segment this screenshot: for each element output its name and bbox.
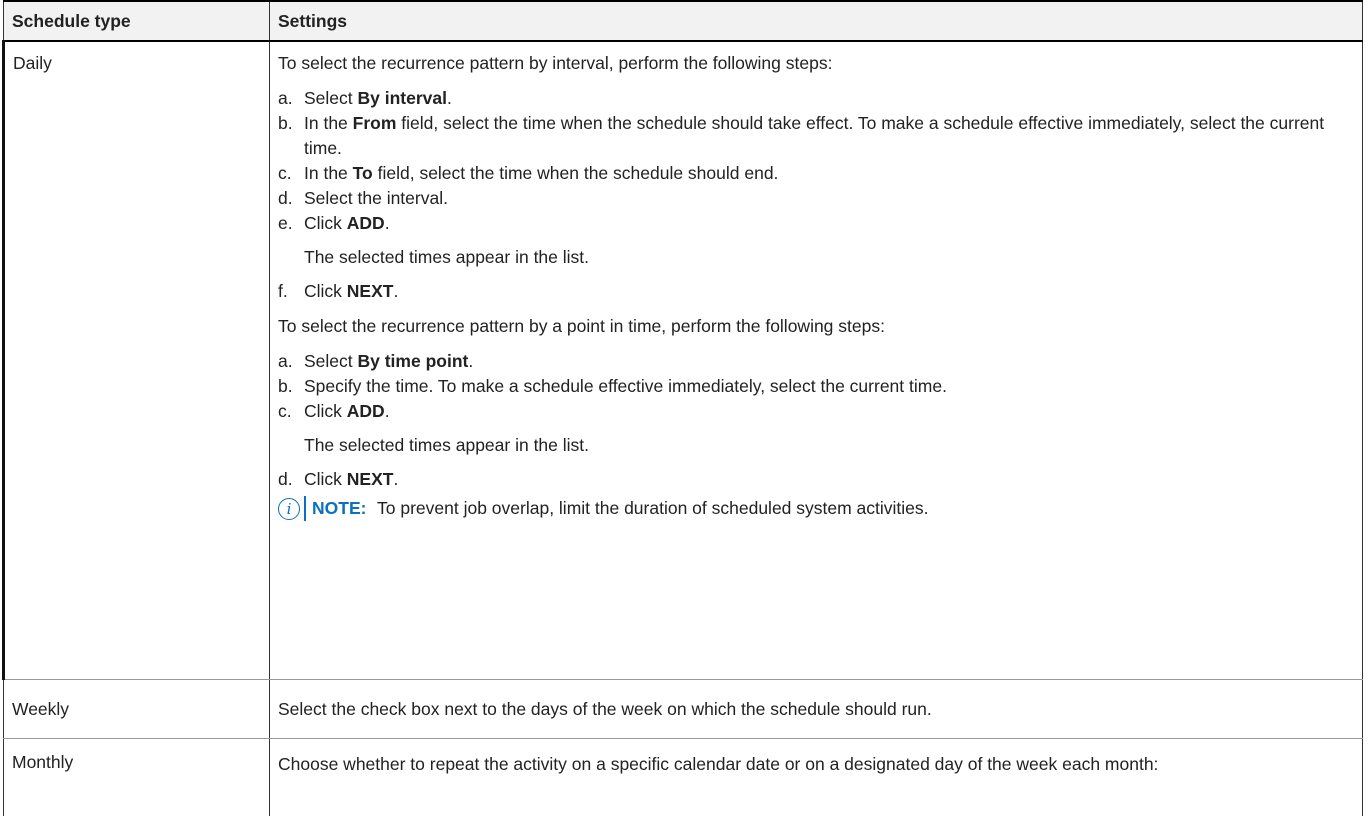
settings-daily: To select the recurrence pattern by inte… xyxy=(269,41,1363,680)
note-text: To prevent job overlap, limit the durati… xyxy=(372,498,929,518)
list-item: c. In the To field, select the time when… xyxy=(278,161,1362,186)
step-ui-term: By interval xyxy=(357,88,447,108)
step-text: Click xyxy=(304,213,347,233)
step-label: f. xyxy=(278,281,288,301)
interval-result: The selected times appear in the list. xyxy=(304,247,590,267)
settings-monthly: Choose whether to repeat the activity on… xyxy=(269,738,1363,816)
header-schedule-type: Schedule type xyxy=(3,0,270,42)
info-icon: i xyxy=(278,498,300,520)
step-text: In the xyxy=(304,113,353,133)
step-label: a. xyxy=(278,351,293,371)
note-label: NOTE: xyxy=(312,498,367,518)
step-text: Click xyxy=(304,469,347,489)
step-text-end: . xyxy=(384,401,390,421)
list-item: d. Select the interval. xyxy=(278,186,1362,211)
note-divider xyxy=(304,496,306,521)
step-label: d. xyxy=(278,188,293,208)
schedule-type-monthly: Monthly xyxy=(3,738,270,816)
step-ui-term: ADD xyxy=(346,213,385,233)
schedule-type-weekly: Weekly xyxy=(3,679,270,739)
step-text-end: . xyxy=(384,213,390,233)
table-row-weekly: Weekly Select the check box next to the … xyxy=(3,679,1363,739)
step-text-end: . xyxy=(468,351,474,371)
step-label: a. xyxy=(278,88,293,108)
header-settings: Settings xyxy=(269,0,1363,42)
step-text: Select xyxy=(304,88,358,108)
step-text: Select xyxy=(304,351,358,371)
step-ui-term: NEXT xyxy=(346,469,394,489)
table-header-row: Schedule type Settings xyxy=(3,0,1363,42)
table-row-monthly: Monthly Choose whether to repeat the act… xyxy=(3,738,1363,816)
step-label: c. xyxy=(278,401,292,421)
step-label: b. xyxy=(278,376,293,396)
step-text-end: . xyxy=(393,281,399,301)
step-text: In the xyxy=(304,163,353,183)
step-text: Select the interval. xyxy=(304,188,448,208)
schedule-settings-table: Schedule type Settings Daily To select t… xyxy=(2,0,1363,816)
step-text-end: . xyxy=(393,469,399,489)
step-text: Click xyxy=(304,281,347,301)
step-text-end: . xyxy=(446,88,452,108)
step-label: d. xyxy=(278,469,293,489)
step-text: Specify the time. To make a schedule eff… xyxy=(304,376,947,396)
step-label: b. xyxy=(278,113,293,133)
step-text: Click xyxy=(304,401,347,421)
list-item: b. Specify the time. To make a schedule … xyxy=(278,374,1362,399)
table-row-daily: Daily To select the recurrence pattern b… xyxy=(2,41,1363,680)
step-ui-term: NEXT xyxy=(346,281,394,301)
step-label: c. xyxy=(278,163,292,183)
daily-label: Daily xyxy=(13,53,52,73)
step-text-end: field, select the time when the schedule… xyxy=(372,163,779,183)
list-item: d. Click NEXT. xyxy=(278,467,1362,492)
point-intro: To select the recurrence pattern by a po… xyxy=(278,316,885,336)
list-item: f. Click NEXT. xyxy=(278,279,1362,304)
list-item: c. Click ADD. xyxy=(278,399,1362,424)
list-item: e. Click ADD. xyxy=(278,211,1362,236)
step-ui-term: By time point xyxy=(357,351,469,371)
note-callout: i NOTE: To prevent job overlap, limit th… xyxy=(278,496,1362,521)
step-ui-term: To xyxy=(352,163,373,183)
step-text-end: field, select the time when the schedule… xyxy=(304,113,1325,158)
step-ui-term: ADD xyxy=(346,401,385,421)
step-label: e. xyxy=(278,213,293,233)
list-item: a. Select By interval. xyxy=(278,86,1362,111)
step-ui-term: From xyxy=(352,113,397,133)
settings-weekly: Select the check box next to the days of… xyxy=(269,679,1363,739)
interval-intro: To select the recurrence pattern by inte… xyxy=(278,53,833,73)
list-item: b. In the From field, select the time wh… xyxy=(278,111,1362,161)
list-item: a. Select By time point. xyxy=(278,349,1362,374)
point-result: The selected times appear in the list. xyxy=(304,435,590,455)
schedule-type-daily: Daily xyxy=(2,41,270,680)
